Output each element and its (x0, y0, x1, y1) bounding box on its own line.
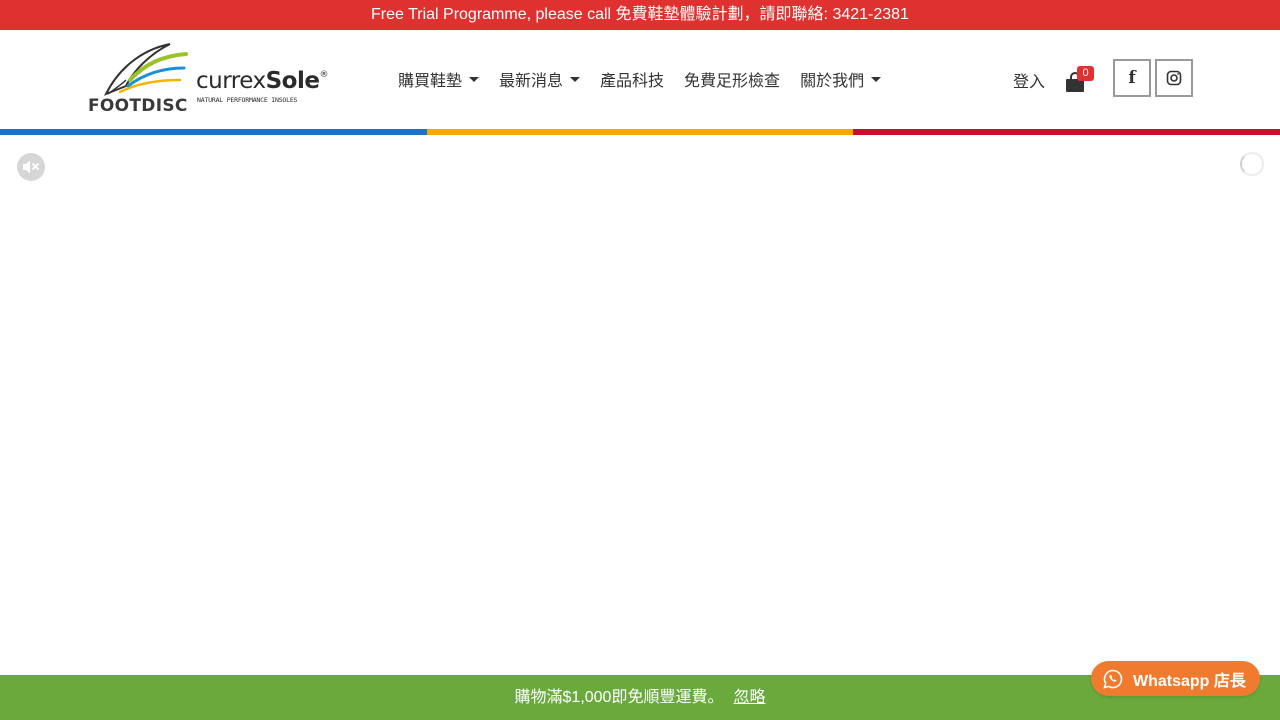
caret-down-icon (570, 76, 581, 82)
brand-logo[interactable]: FOOTDISC currexSole® NATURAL PERFORMANCE… (86, 40, 328, 118)
caret-down-icon (871, 76, 882, 82)
site-header: FOOTDISC currexSole® NATURAL PERFORMANCE… (0, 30, 1280, 130)
facebook-button[interactable]: f (1113, 59, 1151, 97)
cart-count-badge: 0 (1077, 66, 1094, 81)
facebook-icon: f (1128, 68, 1136, 88)
announcement-bar: Free Trial Programme, please call 免費鞋墊體驗… (0, 0, 1280, 30)
whatsapp-button[interactable]: Whatsapp 店長 (1091, 661, 1260, 696)
sole-text: Sole (265, 68, 320, 94)
cart-button[interactable]: 0 (1065, 66, 1097, 92)
nav-item-label: 購買鞋墊 (398, 73, 463, 90)
speaker-muted-icon (23, 160, 39, 174)
login-link[interactable]: 登入 (1013, 68, 1045, 92)
mute-toggle-button[interactable] (17, 153, 45, 181)
header-stripe-blue (0, 129, 427, 135)
promo-text: 購物滿$1,000即免順豐運費。 (514, 689, 724, 706)
instagram-icon (1166, 70, 1182, 86)
currex-text: currex (196, 68, 266, 94)
nav-item-label: 免費足形檢查 (684, 73, 781, 90)
swoosh-logo-icon (103, 43, 188, 96)
nav-item-free-foot-check[interactable]: 免費足形檢查 (684, 67, 780, 91)
nav-item-label: 關於我們 (800, 73, 865, 90)
caret-down-icon (469, 76, 480, 82)
header-stripe-yellow (427, 129, 853, 135)
registered-mark: ® (319, 70, 328, 80)
brand-tagline: NATURAL PERFORMANCE INSOLES (197, 96, 298, 104)
header-stripe-red (853, 129, 1280, 135)
whatsapp-label: Whatsapp 店長 (1133, 672, 1246, 690)
footdisc-wordmark: FOOTDISC (88, 96, 188, 116)
nav-item-label: 產品科技 (600, 73, 665, 90)
instagram-button[interactable] (1155, 59, 1193, 97)
nav-item-label: 最新消息 (499, 73, 564, 90)
announcement-text: Free Trial Programme, please call 免費鞋墊體驗… (371, 6, 909, 23)
nav-item-technology[interactable]: 產品科技 (600, 67, 664, 91)
nav-item-news[interactable]: 最新消息 (499, 67, 581, 91)
whatsapp-icon (1103, 669, 1123, 689)
nav-item-about-us[interactable]: 關於我們 (800, 67, 882, 91)
nav-item-buy-insoles[interactable]: 購買鞋墊 (398, 67, 480, 91)
main-nav: 購買鞋墊 最新消息 產品科技 免費足形檢查 關於我們 (398, 68, 901, 90)
shipping-promo-bar: 購物滿$1,000即免順豐運費。 忽略 (0, 675, 1280, 720)
loading-spinner-icon (1240, 152, 1264, 176)
dismiss-link[interactable]: 忽略 (733, 689, 765, 706)
currexsole-wordmark: currexSole® (196, 68, 328, 94)
